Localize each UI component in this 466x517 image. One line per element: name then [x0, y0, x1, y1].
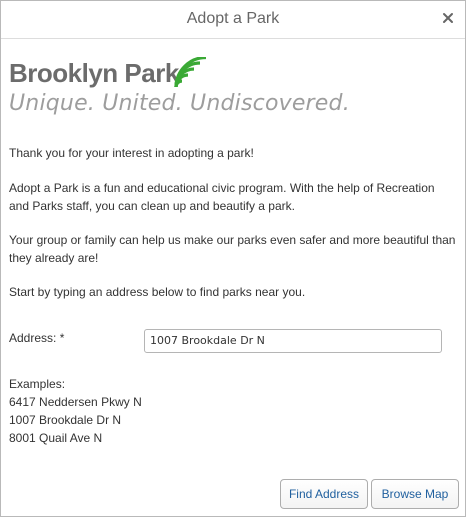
address-input[interactable]: 1007 Brookdale Dr N [144, 329, 442, 353]
intro-safety: Your group or family can help us make ou… [9, 233, 456, 265]
intro-description: Adopt a Park is a fun and educational ci… [9, 181, 435, 213]
signal-arcs-icon [174, 57, 207, 88]
address-input-value: 1007 Brookdale Dr N [150, 334, 265, 347]
dialog-title: Adopt a Park [186, 10, 280, 27]
address-label: Address: * [9, 331, 65, 345]
dialog-titlebar: Adopt a Park [1, 1, 465, 39]
examples-list: Examples: 6417 Neddersen Pkwy N 1007 Bro… [9, 375, 142, 447]
examples-heading: Examples: [9, 377, 66, 391]
adopt-park-dialog: Adopt a Park Brooklyn Park Unique. Unite… [0, 0, 466, 517]
intro-instructions: Start by typing an address below to find… [9, 285, 306, 299]
example-item: 6417 Neddersen Pkwy N [9, 395, 142, 409]
browse-map-button[interactable]: Browse Map [371, 479, 459, 509]
close-icon[interactable] [440, 10, 456, 26]
brooklyn-park-logo: Brooklyn Park Unique. United. Undiscover… [9, 56, 350, 120]
logo-name: Brooklyn Park [9, 58, 179, 88]
example-item: 1007 Brookdale Dr N [9, 413, 122, 427]
example-item: 8001 Quail Ave N [9, 431, 103, 445]
intro-thanks: Thank you for your interest in adopting … [9, 146, 254, 160]
logo-tagline: Unique. United. Undiscovered. [9, 91, 350, 116]
find-address-button[interactable]: Find Address [280, 479, 368, 509]
